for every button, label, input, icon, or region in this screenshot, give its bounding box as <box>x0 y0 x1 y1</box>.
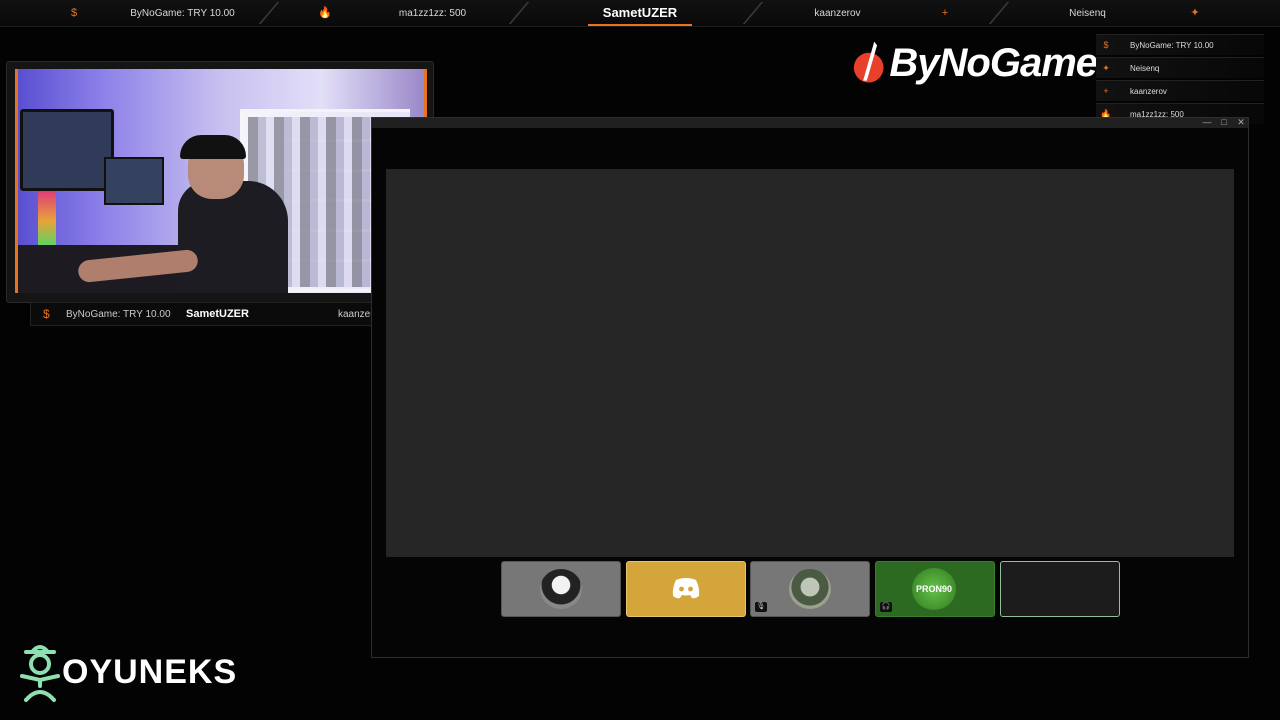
dollar-icon: $ <box>70 7 78 19</box>
oyuneks-logo: OYUNEKS <box>16 640 237 704</box>
event-text: Neisenq <box>1130 63 1160 73</box>
participant-tile-discord[interactable] <box>626 561 746 617</box>
star-icon: ✦ <box>1102 62 1110 73</box>
ticker-donation-text: ByNoGame: TRY 10.00 <box>130 7 235 19</box>
ticker-bits-text: ma1zz1zz: 500 <box>398 7 467 19</box>
monitor <box>104 157 164 205</box>
headphones-muted-icon: 🎧 <box>880 602 892 612</box>
dollar-icon: $ <box>1103 40 1109 50</box>
participant-tile[interactable] <box>501 561 621 617</box>
window-titlebar[interactable]: — □ ✕ <box>372 117 1248 128</box>
ticker-bits: ma1zz1zz: 500 <box>340 0 525 26</box>
streamer-cap <box>180 135 246 159</box>
minimize-button[interactable]: — <box>1200 117 1214 128</box>
maximize-button[interactable]: □ <box>1217 117 1231 128</box>
participant-tile[interactable]: PRON90 🎧 <box>875 561 995 617</box>
streamer-name-text: SametUZER <box>602 4 678 20</box>
bynogame-logo-text: ByNoGame <box>889 40 1098 85</box>
webcam-info-bar: $ ByNoGame: TRY 10.00 SametUZER kaanzero… <box>30 302 404 326</box>
mic-muted-icon: 🎙 <box>755 602 767 612</box>
discord-icon <box>672 578 700 599</box>
event-text: kaanzerov <box>1130 86 1167 96</box>
event-item: ✦ Neisenq <box>1096 57 1264 78</box>
oyuneks-logo-text: OYUNEKS <box>62 652 238 691</box>
webcam-feed <box>15 69 427 293</box>
bynogame-logo: ByNoGame <box>852 36 1098 90</box>
discord-stream-window: — □ ✕ 🎙 PRON90 🎧 <box>371 117 1249 658</box>
dollar-icon: $ <box>43 307 50 321</box>
streamer-body <box>178 181 288 293</box>
webcam-frame <box>6 61 434 303</box>
ticker-follower: kaanzerov <box>745 0 930 26</box>
plus-icon: + <box>1103 86 1109 96</box>
participant-tile-empty[interactable] <box>1000 561 1120 617</box>
webcam-streamer-name: SametUZER <box>186 308 249 320</box>
webcam-donation-text: ByNoGame: TRY 10.00 <box>66 308 171 320</box>
event-item: $ ByNoGame: TRY 10.00 <box>1096 34 1264 55</box>
recent-events-list: $ ByNoGame: TRY 10.00 ✦ Neisenq + kaanze… <box>1096 34 1264 126</box>
monitor <box>20 109 114 191</box>
streamer-name: SametUZER <box>588 0 692 26</box>
event-text: ByNoGame: TRY 10.00 <box>1130 40 1214 50</box>
plus-icon: + <box>941 7 949 19</box>
user-avatar: PRON90 <box>912 568 956 610</box>
participant-tile[interactable]: 🎙 <box>750 561 870 617</box>
bynogame-logo-icon <box>853 41 884 83</box>
user-avatar <box>789 569 831 609</box>
user-avatar <box>540 569 582 609</box>
stream-stage[interactable] <box>386 169 1234 557</box>
star-icon: ✦ <box>1190 7 1200 19</box>
ticker-sub: Neisenq <box>995 0 1180 26</box>
fire-icon: 🔥 <box>318 7 332 19</box>
ticker-sub-text: Neisenq <box>1069 7 1106 19</box>
close-button[interactable]: ✕ <box>1234 117 1248 128</box>
oyuneks-mascot-icon <box>20 645 60 702</box>
ticker-follower-text: kaanzerov <box>814 7 861 19</box>
rgb-light <box>38 191 56 251</box>
top-ticker-bar: $ ByNoGame: TRY 10.00 🔥 ma1zz1zz: 500 Sa… <box>0 0 1280 27</box>
event-item: + kaanzerov <box>1096 80 1264 101</box>
ticker-donation: ByNoGame: TRY 10.00 <box>90 0 275 26</box>
